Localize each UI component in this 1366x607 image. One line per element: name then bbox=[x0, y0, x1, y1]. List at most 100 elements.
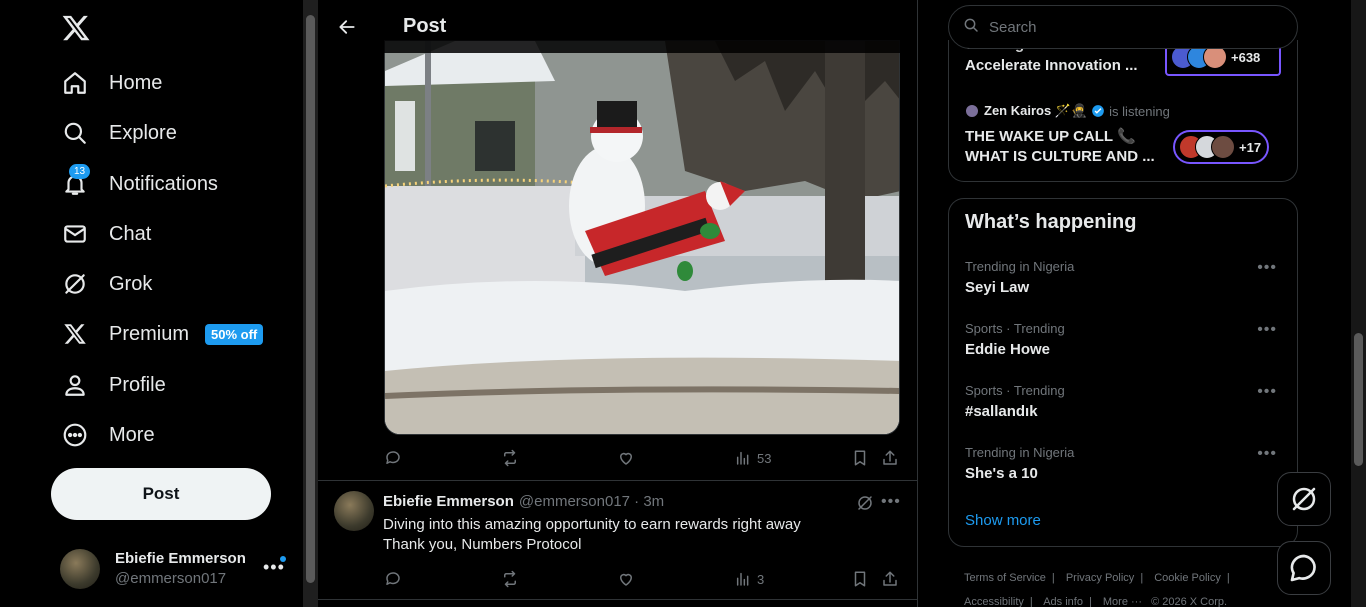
search-input[interactable] bbox=[989, 18, 1269, 36]
grok-fab[interactable] bbox=[1277, 472, 1331, 526]
more-circle-icon bbox=[60, 420, 90, 450]
views-count: 53 bbox=[757, 450, 772, 466]
right-scrollbar[interactable] bbox=[1351, 0, 1366, 607]
footer-link[interactable]: Terms of Service bbox=[964, 572, 1046, 584]
trend-item[interactable]: Sports · Trending #sallandık ••• bbox=[965, 383, 1285, 433]
nav-grok[interactable]: Grok bbox=[60, 262, 152, 306]
trend-context: Sports · Trending bbox=[965, 321, 1065, 336]
person-icon bbox=[60, 370, 90, 400]
host-avatar bbox=[965, 104, 979, 118]
views-button[interactable]: 53 bbox=[735, 450, 771, 466]
spaces-card: Sell Regulation Accelerate Innovation ..… bbox=[948, 40, 1298, 182]
trend-item[interactable]: Sports · Trending Eddie Howe ••• bbox=[965, 321, 1285, 371]
unread-dot-icon bbox=[280, 556, 286, 562]
trend-context: Trending in Nigeria bbox=[965, 259, 1075, 274]
left-sidebar: Home Explore 13 Notifications Chat Grok … bbox=[0, 0, 303, 607]
nav-explore-label: Explore bbox=[109, 121, 177, 144]
views-count: 3 bbox=[757, 571, 765, 587]
bookmark-icon[interactable] bbox=[851, 570, 869, 588]
x-logo-icon[interactable] bbox=[58, 10, 94, 46]
like-icon[interactable] bbox=[617, 570, 635, 588]
grok-icon[interactable] bbox=[856, 494, 874, 517]
reply-text-line: Thank you, Numbers Protocol bbox=[383, 536, 582, 553]
more-icon[interactable]: ••• bbox=[1257, 445, 1277, 463]
reply-text-line: Diving into this amazing opportunity to … bbox=[383, 516, 801, 533]
nav-premium-label: Premium bbox=[109, 322, 190, 345]
trend-name: #sallandık bbox=[965, 403, 1038, 420]
nav-profile[interactable]: Profile bbox=[60, 363, 166, 407]
premium-promo-badge: 50% off bbox=[205, 323, 264, 345]
space-host-name: Zen Kairos 🪄🥷 bbox=[984, 103, 1088, 118]
avatar[interactable] bbox=[334, 491, 374, 531]
post-button[interactable]: Post bbox=[51, 468, 271, 520]
section-title: What’s happening bbox=[965, 211, 1137, 233]
share-icon[interactable] bbox=[881, 570, 899, 588]
repost-icon[interactable] bbox=[500, 570, 520, 588]
nav-profile-label: Profile bbox=[109, 373, 166, 396]
nav-more[interactable]: More bbox=[60, 413, 155, 457]
like-icon[interactable] bbox=[617, 449, 635, 467]
nav-notifications-label: Notifications bbox=[109, 172, 218, 195]
post-actions: 53 bbox=[384, 446, 900, 470]
footer-link[interactable]: Privacy Policy bbox=[1066, 572, 1134, 584]
space-host: Zen Kairos 🪄🥷 is listening bbox=[965, 103, 1285, 119]
main-column: Post 53 Ebiefie Emmerson @emmerson017 · … bbox=[318, 0, 918, 607]
reply-icon[interactable] bbox=[384, 570, 402, 588]
chat-bubble-icon bbox=[1290, 554, 1316, 582]
listener-count: +638 bbox=[1231, 49, 1261, 65]
reply-icon[interactable] bbox=[384, 449, 402, 467]
share-icon[interactable] bbox=[881, 449, 899, 467]
copyright: © 2026 X Corp. bbox=[1151, 596, 1228, 607]
nav-grok-label: Grok bbox=[109, 272, 153, 295]
more-icon[interactable]: ••• bbox=[1257, 383, 1277, 401]
reply-actions: 3 bbox=[384, 567, 900, 591]
reply-header: Ebiefie Emmerson @emmerson017 · 3m bbox=[383, 493, 664, 510]
messages-fab[interactable] bbox=[1277, 541, 1331, 595]
trend-item[interactable]: Trending in Nigeria She's a 10 ••• bbox=[965, 445, 1285, 495]
scrollbar-thumb[interactable] bbox=[306, 15, 315, 583]
nav-home[interactable]: Home bbox=[60, 61, 162, 105]
page-title: Post bbox=[403, 15, 447, 37]
listener-avatar bbox=[1211, 135, 1235, 159]
nav-chat[interactable]: Chat bbox=[60, 212, 151, 256]
listener-count: +17 bbox=[1239, 139, 1262, 155]
trend-name: Seyi Law bbox=[965, 279, 1030, 296]
footer-link[interactable]: Cookie Policy bbox=[1154, 572, 1221, 584]
views-icon bbox=[736, 572, 749, 586]
post-photo[interactable] bbox=[384, 40, 900, 435]
views-button[interactable]: 3 bbox=[735, 571, 764, 587]
whats-happening-card: What’s happening Trending in Nigeria Sey… bbox=[948, 198, 1298, 547]
grok-icon bbox=[60, 269, 90, 299]
space-listeners-pill[interactable]: +17 bbox=[1173, 130, 1270, 164]
repost-icon[interactable] bbox=[500, 449, 520, 467]
back-arrow-icon[interactable] bbox=[330, 10, 364, 44]
more-icon[interactable]: ••• bbox=[1257, 259, 1277, 277]
scrollbar-thumb[interactable] bbox=[1354, 333, 1363, 466]
bookmark-icon[interactable] bbox=[851, 449, 869, 467]
more-icon[interactable]: ••• bbox=[1257, 321, 1277, 339]
search-icon bbox=[60, 118, 90, 148]
footer-link[interactable]: More ··· bbox=[1103, 596, 1142, 607]
left-scrollbar[interactable] bbox=[303, 0, 318, 607]
search-box[interactable] bbox=[948, 5, 1298, 49]
nav-premium[interactable]: Premium 50% off bbox=[60, 312, 264, 356]
reply-author-name[interactable]: Ebiefie Emmerson bbox=[383, 493, 514, 510]
more-icon[interactable]: ••• bbox=[881, 493, 901, 511]
trend-item[interactable]: Trending in Nigeria Seyi Law ••• bbox=[965, 259, 1285, 309]
footer-link[interactable]: Accessibility bbox=[964, 596, 1024, 607]
reply-meta: @emmerson017 · 3m bbox=[518, 493, 665, 510]
reply-text: Diving into this amazing opportunity to … bbox=[383, 515, 883, 555]
footer-link[interactable]: Ads info bbox=[1043, 596, 1083, 607]
bell-icon: 13 bbox=[60, 164, 90, 199]
show-more-link[interactable]: Show more bbox=[965, 512, 1041, 529]
mail-icon bbox=[60, 219, 90, 249]
search-icon bbox=[963, 17, 979, 38]
grok-icon bbox=[1292, 487, 1316, 511]
home-icon bbox=[60, 68, 90, 98]
nav-notifications[interactable]: 13 Notifications bbox=[60, 162, 218, 206]
reply-post[interactable]: Ebiefie Emmerson @emmerson017 · 3m ••• D… bbox=[318, 481, 917, 599]
account-switcher[interactable]: Ebiefie Emmerson @emmerson017 ••• bbox=[60, 545, 290, 593]
trend-name: Eddie Howe bbox=[965, 341, 1051, 358]
avatar bbox=[60, 549, 100, 589]
nav-explore[interactable]: Explore bbox=[60, 111, 177, 155]
